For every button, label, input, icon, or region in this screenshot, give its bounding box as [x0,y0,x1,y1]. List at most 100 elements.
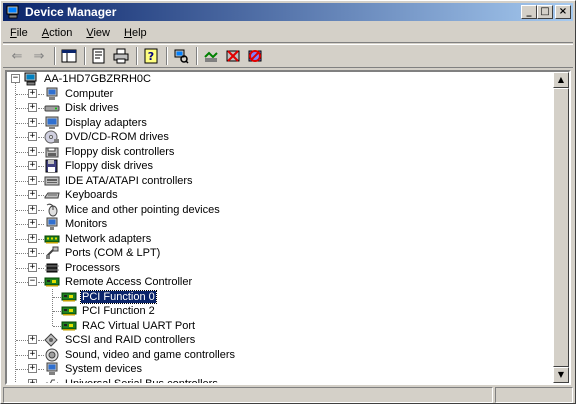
tree-category[interactable]: Universal Serial Bus controllers [44,377,219,383]
tree-item-label: Floppy disk drives [65,160,154,172]
help-button[interactable]: ? [141,46,161,66]
expand-icon[interactable]: + [28,262,37,272]
tree-connector-line [16,122,28,124]
expand-icon[interactable]: + [28,233,37,243]
toolbar: ⇐ ⇒ ? [3,44,573,68]
expand-icon[interactable]: + [28,204,37,214]
tree-category[interactable]: System devices [44,362,143,376]
tree-category[interactable]: Processors [44,261,121,275]
scroll-down-button[interactable]: ▼ [553,367,569,383]
menu-help[interactable]: Help [117,27,154,39]
expand-icon[interactable]: + [28,103,37,112]
scan-hardware-button[interactable] [171,46,191,66]
tree-category[interactable]: Display adapters [44,116,148,130]
monitor-icon [44,217,60,231]
tree-category[interactable]: SCSI and RAID controllers [44,333,196,347]
tree-connector-line [16,195,28,196]
tree-device[interactable]: RAC Virtual UART Port [61,319,196,333]
title-bar[interactable]: Device Manager _ □ × [3,3,573,21]
expand-icon[interactable]: + [28,248,37,257]
tree-category[interactable]: Floppy disk drives [44,159,154,173]
expand-icon[interactable]: + [28,132,37,141]
uninstall-device-button[interactable] [245,46,265,66]
device-manager-app-icon [5,4,21,20]
cdrom-icon [44,130,60,144]
expand-icon[interactable]: + [28,364,37,373]
disable-device-button[interactable] [223,46,243,66]
tree-category[interactable]: Keyboards [44,188,119,202]
tree-category[interactable]: Monitors [44,217,108,231]
expand-icon[interactable]: + [28,335,37,344]
expand-icon[interactable]: + [28,349,37,359]
tree-root[interactable]: AA-1HD7GBZRRH0C [23,72,152,86]
properties-button[interactable] [89,46,109,66]
menu-view[interactable]: View [79,27,117,39]
tree-category[interactable]: Remote Access Controller [44,275,193,289]
tree-item-label: AA-1HD7GBZRRH0C [44,73,151,85]
tree-category[interactable]: DVD/CD-ROM drives [44,130,170,144]
properties-icon [92,48,105,64]
expand-icon[interactable]: + [28,219,37,228]
forward-button[interactable]: ⇒ [29,46,49,66]
collapse-icon[interactable]: − [11,74,20,83]
tree-connector-line [16,253,28,254]
board-icon [61,290,77,304]
tree-connector-line [53,311,61,312]
forward-arrow-icon: ⇒ [33,48,45,64]
vertical-scrollbar[interactable]: ▲ ▼ [553,72,569,383]
tree-item-label: SCSI and RAID controllers [65,334,196,346]
port-icon [44,246,60,260]
tree-category[interactable]: Sound, video and game controllers [44,348,236,362]
menu-action[interactable]: Action [35,27,80,39]
svg-text:?: ? [148,50,154,63]
collapse-icon[interactable]: − [28,277,37,286]
scroll-up-button[interactable]: ▲ [553,72,569,88]
expand-icon[interactable]: + [28,378,37,383]
tree-category[interactable]: Computer [44,87,114,101]
status-pane-secondary [495,387,573,403]
tree-item-label: Keyboards [65,189,118,201]
floppy-drive-icon [44,159,60,173]
tree-category[interactable]: Mice and other pointing devices [44,203,221,217]
show-hide-console-tree-button[interactable] [59,46,79,66]
tree-connector-line [16,354,28,356]
maximize-button[interactable]: □ [537,5,553,19]
tree-item-label: Monitors [65,218,108,230]
expand-icon[interactable]: + [28,88,37,98]
minimize-button[interactable]: _ [521,5,537,19]
expand-icon[interactable]: + [28,117,37,127]
toolbar-separator [54,47,56,65]
tree-connector-line [16,166,28,167]
tree-category[interactable]: Disk drives [44,101,120,115]
tree-item-label: IDE ATA/ATAPI controllers [65,174,193,187]
mouse-icon [44,203,60,217]
update-driver-button[interactable] [201,46,221,66]
expand-icon[interactable]: + [28,190,37,199]
print-button[interactable] [111,46,131,66]
status-pane-main [3,387,493,403]
tree-category[interactable]: Ports (COM & LPT) [44,246,161,260]
tree-category[interactable]: IDE ATA/ATAPI controllers [44,174,194,188]
menu-file[interactable]: File [3,27,35,39]
tree-device[interactable]: PCI Function 0 [61,289,157,304]
menu-bar: File Action View Help [3,23,573,43]
close-button[interactable]: × [555,5,571,19]
device-tree[interactable]: − AA-1HD7GBZRRH0C + Computer + Disk drives + Di… [5,70,571,385]
tree-connector-line [16,267,28,269]
tree-item-label: RAC Virtual UART Port [82,319,196,332]
processor-icon [44,261,60,275]
tree-device[interactable]: PCI Function 2 [61,304,156,318]
scsi-icon [44,333,60,347]
expand-icon[interactable]: + [28,175,37,185]
tree-category[interactable]: Floppy disk controllers [44,145,175,159]
scroll-thumb[interactable] [553,88,569,367]
tree-connector-line [16,137,28,138]
tree-connector-line [16,93,28,95]
expand-icon[interactable]: + [28,146,37,156]
disable-device-icon [226,50,240,62]
toolbar-separator [136,47,138,65]
expand-icon[interactable]: + [28,161,37,170]
update-driver-icon [204,51,218,62]
back-button[interactable]: ⇐ [7,46,27,66]
tree-category[interactable]: Network adapters [44,232,152,246]
